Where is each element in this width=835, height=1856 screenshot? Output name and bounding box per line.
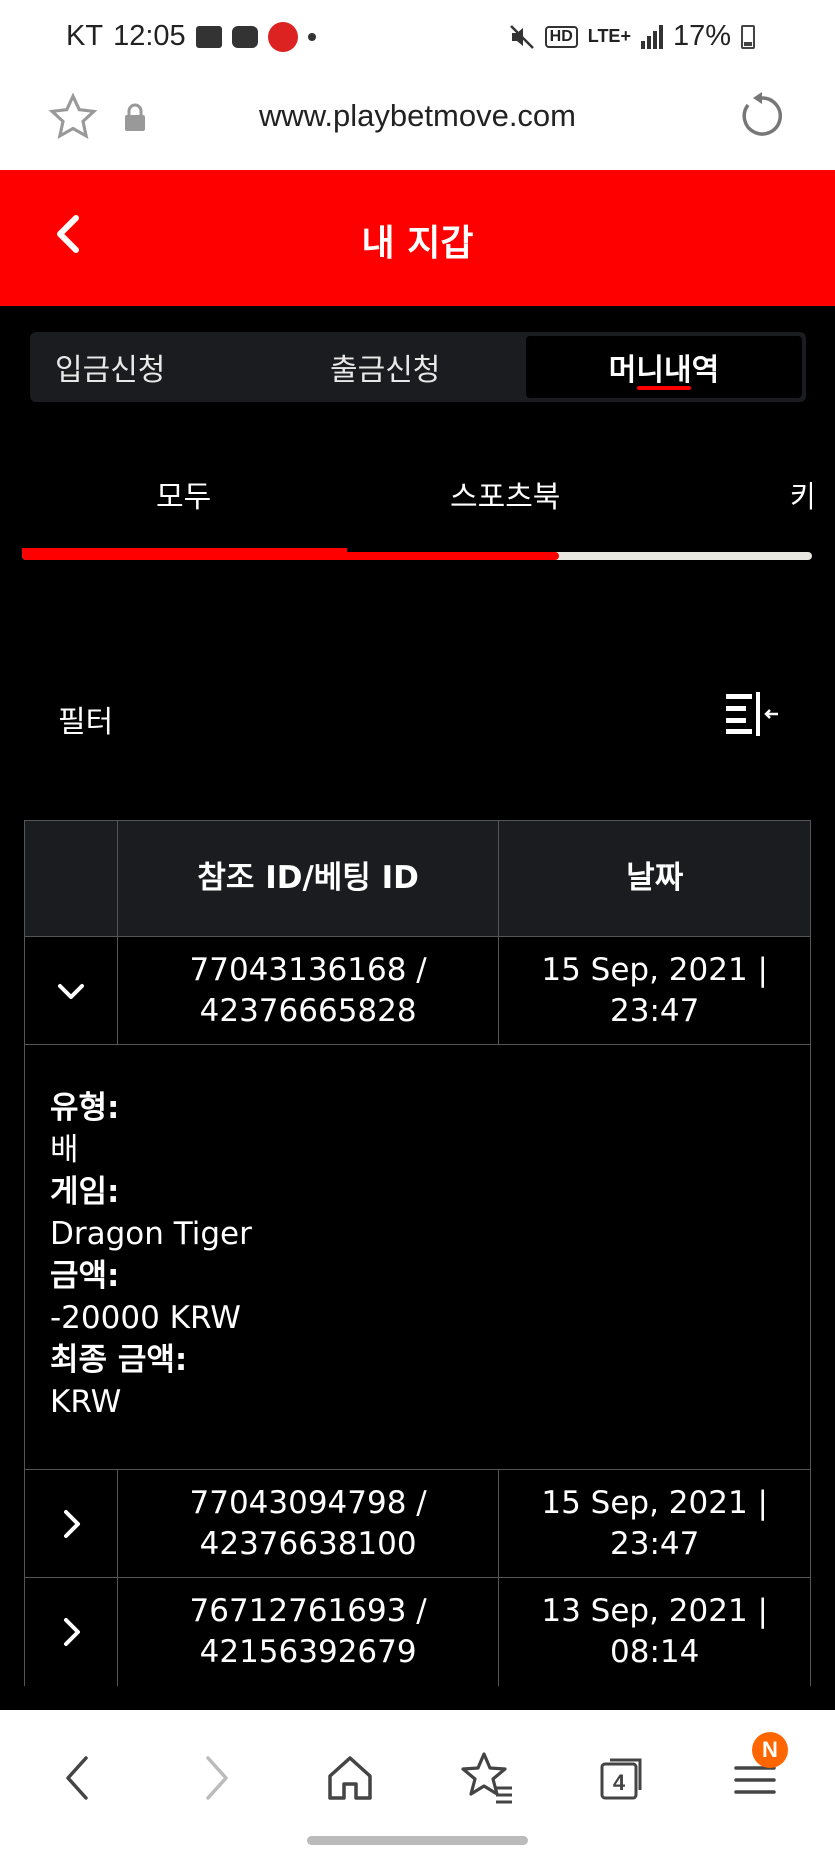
amount-value: -20000 KRW — [50, 1300, 241, 1336]
game-label: 게임: — [50, 1174, 120, 1210]
game-value: Dragon Tiger — [50, 1216, 252, 1252]
tab-count: 4 — [612, 1770, 626, 1795]
browser-back-icon[interactable] — [48, 1748, 108, 1808]
type-label: 유형: — [50, 1090, 120, 1126]
tab-deposit-request[interactable]: 입금신청 — [55, 336, 165, 398]
more-notifications-icon — [307, 32, 316, 41]
table-row[interactable]: 77043136168 / 42376665828 15 Sep, 2021 | 2… — [24, 937, 811, 1045]
table-row[interactable]: 77043094798 / 42376638100 15 Sep, 2021 | 2… — [24, 1470, 811, 1578]
date-cell: 15 Sep, 2021 | 23:47 — [499, 937, 811, 1044]
row-detail-panel: 유형: 배 게임: Dragon Tiger 금액: -20000 KRW 최종… — [24, 1045, 811, 1470]
address-bar: www.playbetmove.com — [0, 76, 835, 170]
reference-id: 76712761693 / — [189, 1593, 427, 1629]
chevron-right-icon — [63, 1618, 80, 1646]
type-value: 배 — [50, 1132, 79, 1168]
amount-label: 금액: — [50, 1258, 120, 1294]
date-cell: 13 Sep, 2021 | 08:14 — [499, 1578, 811, 1686]
date: 15 Sep, 2021 | — [541, 1484, 769, 1521]
app-notification-icon — [267, 21, 298, 52]
money-history-table: 참조 ID/베팅 ID 날짜 77043136168 / 42376665828 … — [24, 820, 811, 1686]
hd-voice-icon: HD — [544, 25, 578, 48]
page-header: 내 지갑 — [0, 170, 835, 306]
reference-id-cell: 77043136168 / 42376665828 — [118, 937, 500, 1044]
time: 08:14 — [610, 1634, 700, 1670]
home-icon[interactable] — [320, 1748, 380, 1808]
active-subtab-indicator — [22, 548, 347, 554]
subtab-all[interactable]: 모두 — [156, 472, 211, 516]
reference-id: 77043094798 / — [189, 1484, 427, 1521]
final-amount-value: KRW — [50, 1384, 122, 1420]
page-title: 내 지갑 — [361, 223, 474, 264]
chevron-right-icon — [63, 1509, 80, 1538]
header-expand — [25, 821, 118, 936]
header-date: 날짜 — [499, 821, 811, 936]
wallet-tabs: 입금신청 출금신청 머니내역 — [30, 332, 806, 402]
date: 15 Sep, 2021 | — [541, 951, 769, 988]
reference-id: 77043136168 / — [189, 951, 427, 988]
time: 23:47 — [610, 1525, 700, 1562]
date-cell: 15 Sep, 2021 | 23:47 — [499, 1470, 811, 1577]
tab-label: 출금신청 — [330, 353, 441, 388]
time: 23:47 — [610, 992, 700, 1029]
tab-label: 입금신청 — [55, 353, 166, 388]
subtab-scrollbar[interactable] — [22, 548, 812, 560]
signal-icon — [640, 24, 663, 49]
bookmarks-icon[interactable] — [456, 1748, 516, 1808]
bet-id: 42376638100 — [199, 1525, 417, 1562]
mute-icon — [509, 24, 534, 49]
row-toggle[interactable] — [25, 1578, 118, 1686]
gallery-icon — [195, 25, 222, 48]
final-amount-label: 최종 금액: — [50, 1342, 188, 1378]
carrier: KT — [66, 20, 104, 52]
clock: 12:05 — [113, 20, 186, 52]
header-reference-id: 참조 ID/베팅 ID — [118, 821, 500, 936]
youtube-icon — [231, 25, 258, 48]
subtab-casino[interactable]: 카 — [790, 472, 812, 516]
filter-label: 필터 — [58, 705, 114, 740]
table-row[interactable]: 76712761693 / 42156392679 13 Sep, 2021 | 0… — [24, 1578, 811, 1686]
battery-icon — [741, 24, 755, 49]
chevron-down-icon — [57, 983, 84, 999]
reload-icon[interactable] — [738, 92, 786, 140]
filter-toggle-icon[interactable] — [726, 692, 778, 736]
tab-withdraw-request[interactable]: 출금신청 — [330, 336, 440, 398]
browser-bottom-nav: 4 N — [0, 1710, 835, 1856]
row-toggle[interactable] — [25, 1470, 118, 1577]
tab-money-history[interactable]: 머니내역 — [526, 336, 802, 398]
subtab-sportsbook[interactable]: 스포츠북 — [450, 472, 560, 516]
battery-percent: 17% — [672, 20, 731, 52]
status-bar: KT 12:05 HD LTE+ 17% — [0, 0, 835, 76]
bet-id: 42156392679 — [199, 1634, 417, 1670]
menu-notification-badge: N — [752, 1732, 788, 1768]
row-toggle[interactable] — [25, 937, 118, 1044]
bet-id: 42376665828 — [199, 992, 417, 1029]
date: 13 Sep, 2021 | — [541, 1593, 769, 1629]
url-text[interactable]: www.playbetmove.com — [0, 98, 835, 134]
reference-id-cell: 77043094798 / 42376638100 — [118, 1470, 500, 1577]
reference-id-cell: 76712761693 / 42156392679 — [118, 1578, 500, 1686]
table-header-row: 참조 ID/베팅 ID 날짜 — [24, 820, 811, 937]
active-tab-underline — [637, 386, 691, 390]
browser-forward-icon[interactable] — [186, 1748, 246, 1808]
gesture-bar — [307, 1836, 528, 1845]
tab-label: 머니내역 — [608, 353, 720, 388]
network-type: LTE+ — [587, 26, 631, 46]
